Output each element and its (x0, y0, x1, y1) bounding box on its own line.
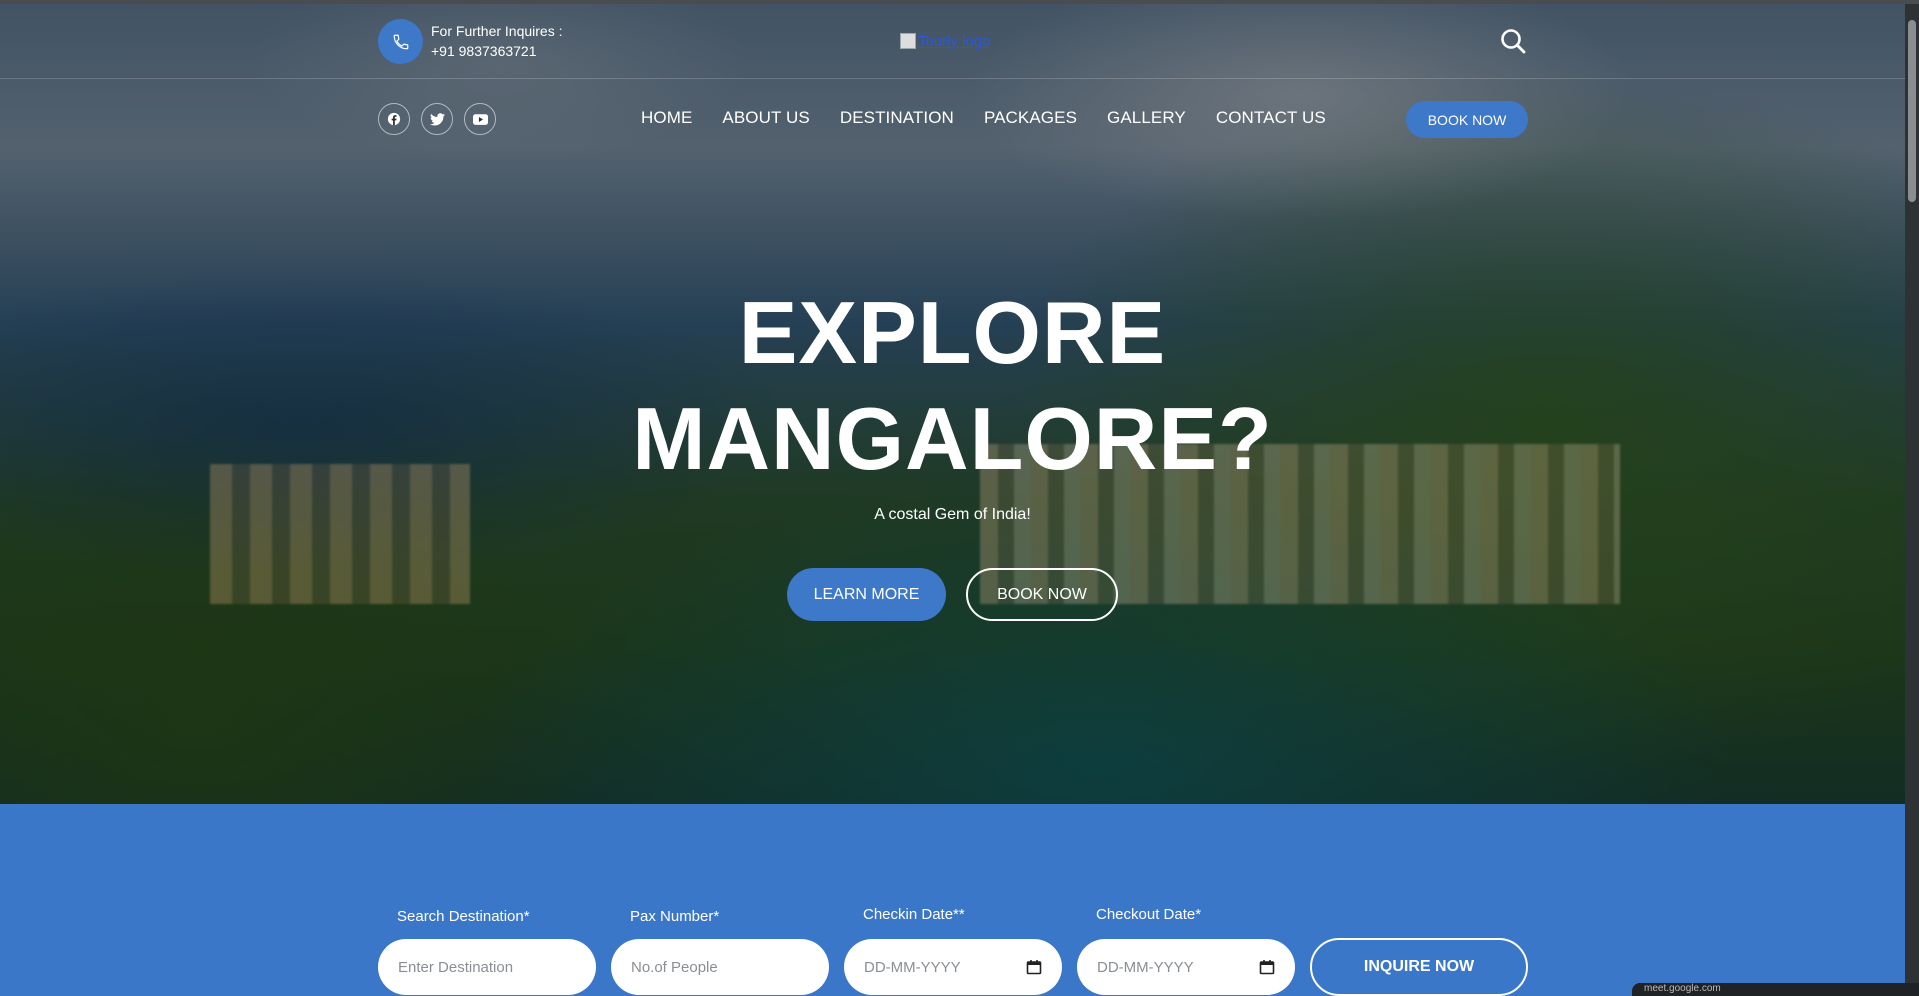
checkin-label: Checkin Date** (863, 906, 965, 923)
hero-title-line1: EXPLORE (738, 283, 1167, 382)
inquire-now-button[interactable]: INQUIRE NOW (1310, 938, 1528, 996)
site-logo[interactable]: Tourly logo (900, 30, 1010, 52)
nav-about-us[interactable]: ABOUT US (722, 108, 809, 128)
facebook-icon (387, 112, 401, 126)
nav-home[interactable]: HOME (641, 108, 692, 128)
header-book-now-button[interactable]: BOOK NOW (1406, 101, 1528, 138)
destination-input[interactable]: Enter Destination (378, 939, 596, 995)
phone-icon-button[interactable] (378, 19, 423, 64)
calendar-icon[interactable] (1259, 959, 1275, 975)
hero-subtitle: A costal Gem of India! (874, 506, 1031, 523)
hero-title-line2: MANGALORE? (632, 389, 1273, 488)
calendar-icon[interactable] (1026, 959, 1042, 975)
header-divider (0, 78, 1905, 79)
nav-packages[interactable]: PACKAGES (984, 108, 1077, 128)
pax-input[interactable]: No.of People (611, 939, 829, 995)
contact-info: For Further Inquires : +91 9837363721 (431, 21, 563, 61)
logo-alt-text[interactable]: Tourly logo (918, 33, 991, 50)
nav-destination[interactable]: DESTINATION (840, 108, 954, 128)
checkout-date-input[interactable]: DD-MM-YYYY (1077, 939, 1295, 995)
phone-label: For Further Inquires : (431, 23, 563, 39)
pax-placeholder: No.of People (631, 958, 718, 976)
pax-label: Pax Number* (630, 908, 720, 925)
search-icon (1501, 29, 1526, 54)
browser-status-bar: meet.google.com (1632, 983, 1919, 996)
youtube-icon (472, 113, 488, 125)
learn-more-button[interactable]: LEARN MORE (787, 568, 946, 621)
youtube-link[interactable] (464, 103, 496, 135)
search-button[interactable] (1498, 26, 1528, 56)
facebook-link[interactable] (378, 103, 410, 135)
checkout-label: Checkout Date* (1096, 906, 1202, 923)
checkin-placeholder: DD-MM-YYYY (864, 958, 961, 976)
phone-number[interactable]: +91 9837363721 (431, 41, 563, 61)
hero-book-now-button[interactable]: BOOK NOW (966, 568, 1118, 621)
hero-title: EXPLORE MANGALORE? (560, 280, 1345, 492)
destination-placeholder: Enter Destination (398, 958, 514, 976)
main-nav: HOME ABOUT US DESTINATION PACKAGES GALLE… (641, 108, 1356, 128)
broken-image-icon (900, 33, 916, 49)
phone-icon (393, 34, 408, 49)
checkin-date-input[interactable]: DD-MM-YYYY (844, 939, 1062, 995)
hero-background-detail (210, 464, 470, 604)
nav-gallery[interactable]: GALLERY (1107, 108, 1186, 128)
twitter-link[interactable] (421, 103, 453, 135)
scrollbar-thumb[interactable] (1908, 20, 1916, 202)
nav-contact-us[interactable]: CONTACT US (1216, 108, 1326, 128)
twitter-icon (429, 112, 445, 125)
destination-label: Search Destination* (397, 908, 530, 925)
checkout-placeholder: DD-MM-YYYY (1097, 958, 1194, 976)
